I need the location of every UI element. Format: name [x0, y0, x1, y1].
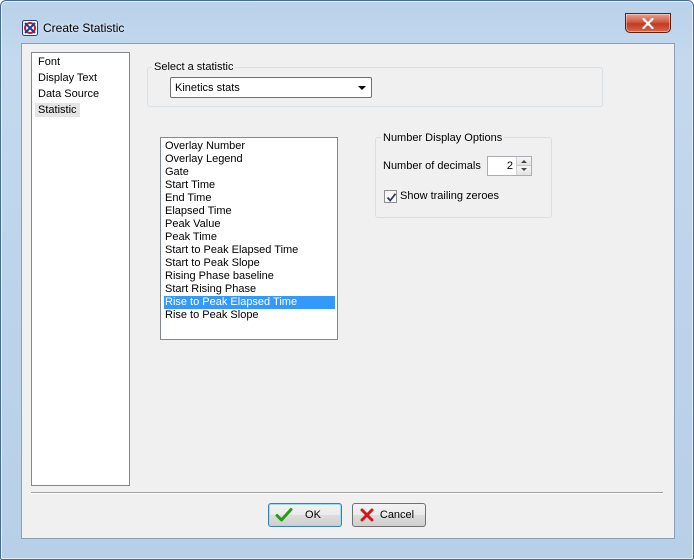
chevron-down-icon [358, 86, 366, 90]
decimals-stepper[interactable]: 2 [487, 156, 532, 176]
close-button[interactable] [625, 13, 671, 33]
number-of-decimals-label: Number of decimals [383, 160, 481, 172]
list-item[interactable]: Start Rising Phase [164, 283, 335, 296]
list-item[interactable]: Rise to Peak Slope [164, 309, 335, 322]
cancel-button-label: Cancel [379, 509, 415, 521]
statistic-list[interactable]: Overlay Number Overlay Legend Gate Start… [160, 137, 338, 340]
number-display-options-group [375, 137, 552, 218]
category-item-data-source[interactable]: Data Source [35, 87, 102, 101]
checkmark-icon [386, 193, 397, 202]
spin-down-icon[interactable] [517, 166, 531, 175]
statistic-type-combo[interactable]: Kinetics stats [170, 77, 372, 98]
spin-up-icon[interactable] [517, 157, 531, 166]
select-statistic-group-label: Select a statistic [152, 61, 236, 73]
number-display-options-label: Number Display Options [381, 132, 505, 144]
category-item-font[interactable]: Font [35, 55, 63, 69]
statistic-type-combo-value: Kinetics stats [175, 82, 240, 94]
list-item[interactable]: Peak Value [164, 218, 335, 231]
dialog-window: Create Statistic Font Display Text Data … [0, 0, 694, 560]
close-icon [642, 18, 654, 29]
list-item-selected[interactable]: Rise to Peak Elapsed Time [164, 296, 335, 309]
ok-button[interactable]: OK [268, 503, 342, 527]
list-item[interactable]: End Time [164, 192, 335, 205]
category-item-display-text[interactable]: Display Text [35, 71, 100, 85]
decimals-spin-buttons [516, 157, 531, 175]
decimals-value: 2 [506, 160, 513, 172]
list-item[interactable]: Start to Peak Slope [164, 257, 335, 270]
list-item[interactable]: Gate [164, 166, 335, 179]
ok-button-label: OK [305, 509, 321, 521]
category-list[interactable]: Font Display Text Data Source Statistic [31, 52, 130, 486]
list-item[interactable]: Rising Phase baseline [164, 270, 335, 283]
footer-divider [31, 492, 663, 494]
list-item[interactable]: Overlay Legend [164, 153, 335, 166]
list-item[interactable]: Peak Time [164, 231, 335, 244]
window-title: Create Statistic [43, 21, 125, 35]
show-trailing-zeroes-checkbox[interactable] [384, 190, 397, 203]
list-item[interactable]: Start Time [164, 179, 335, 192]
title-bar[interactable]: Create Statistic [1, 1, 693, 37]
dialog-client-area: Font Display Text Data Source Statistic … [21, 43, 675, 539]
list-item[interactable]: Start to Peak Elapsed Time [164, 244, 335, 257]
cancel-button[interactable]: Cancel [352, 503, 426, 527]
show-trailing-zeroes-label[interactable]: Show trailing zeroes [400, 190, 499, 203]
category-item-statistic[interactable]: Statistic [35, 103, 80, 117]
list-item[interactable]: Overlay Number [164, 140, 335, 153]
app-icon [22, 20, 38, 36]
list-item[interactable]: Elapsed Time [164, 205, 335, 218]
